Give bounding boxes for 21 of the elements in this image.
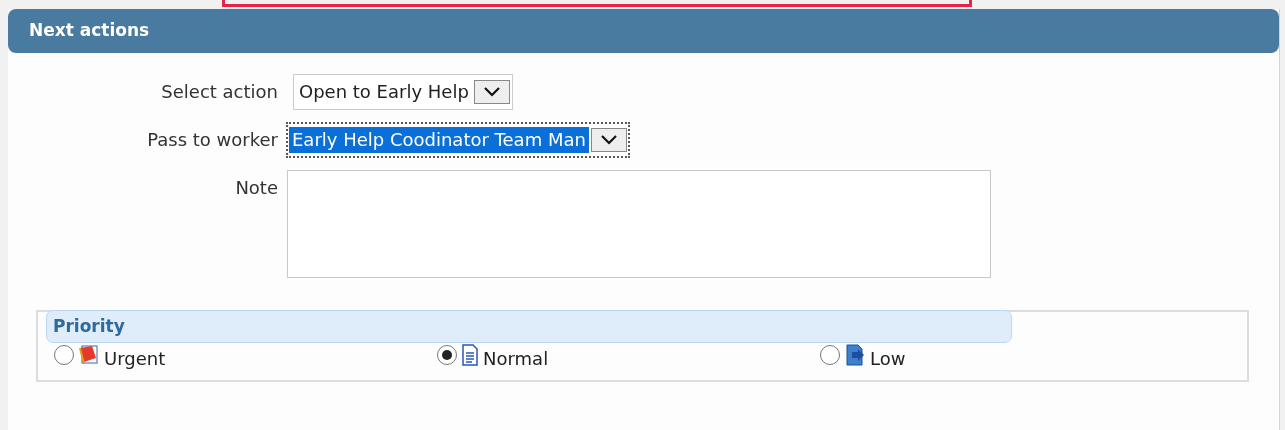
dropdown[interactable]: Early Help Coodinator Team Man bbox=[286, 122, 630, 158]
radio-label: Urgent bbox=[104, 346, 166, 371]
radio-button[interactable] bbox=[820, 345, 840, 365]
document-arrow-icon bbox=[844, 344, 866, 366]
field-label: Select action bbox=[160, 80, 278, 104]
field-label: Pass to worker bbox=[146, 128, 278, 152]
radio-label: Low bbox=[870, 346, 906, 371]
radio-button[interactable] bbox=[54, 345, 74, 365]
legend-text: Priority bbox=[53, 314, 125, 338]
dropdown-value: Open to Early Help bbox=[298, 80, 470, 104]
radio-button[interactable] bbox=[437, 345, 457, 365]
dropdown[interactable]: Open to Early Help bbox=[293, 74, 513, 110]
chevron-down-icon[interactable] bbox=[473, 80, 510, 104]
dropdown-value: Early Help Coodinator Team Man bbox=[289, 127, 589, 153]
note-field[interactable] bbox=[287, 170, 991, 278]
flag-icon bbox=[78, 344, 100, 366]
panel-title: Next actions bbox=[29, 19, 150, 43]
radio-label: Normal bbox=[483, 346, 549, 371]
field-label: Note bbox=[234, 176, 278, 200]
chevron-down-icon[interactable] bbox=[590, 128, 627, 152]
document-icon bbox=[461, 344, 479, 366]
